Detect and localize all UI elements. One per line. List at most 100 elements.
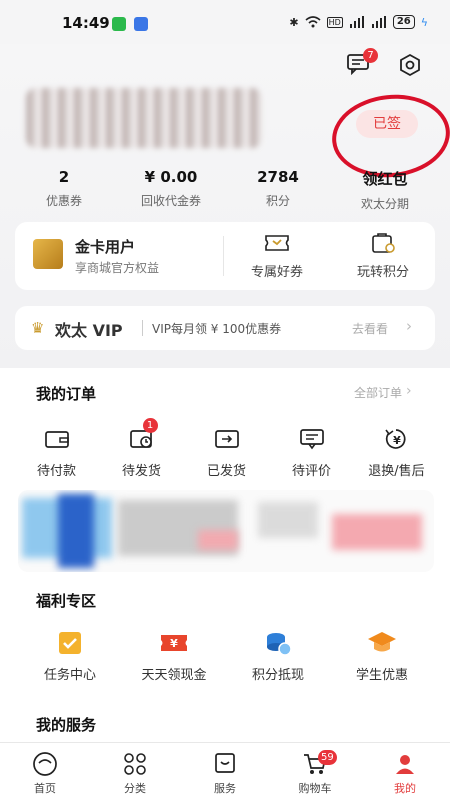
wallet-icon bbox=[44, 431, 69, 448]
tab-cart[interactable]: 59 购物车 bbox=[270, 743, 360, 800]
messages-button[interactable]: 7 bbox=[344, 48, 378, 78]
welfare-student-discount[interactable]: 学生优惠 bbox=[330, 628, 434, 683]
welfare-label: 天天领现金 bbox=[141, 668, 207, 683]
blur-blob bbox=[258, 502, 318, 538]
gold-card-panel: 金卡用户 享商城官方权益 专属好券 玩转积分 bbox=[15, 222, 435, 290]
tab-label: 购物车 bbox=[298, 782, 332, 795]
gold-card-title[interactable]: 金卡用户 bbox=[75, 236, 135, 257]
stat-label: 积分 bbox=[265, 194, 290, 208]
stat-label: 回收代金券 bbox=[140, 194, 201, 208]
tab-service[interactable]: 服务 bbox=[180, 743, 270, 800]
vip-banner[interactable]: ♛ 欢太 VIP VIP每月领 ¥ 100优惠券 去看看 › bbox=[15, 306, 435, 350]
tab-label: 我的 bbox=[394, 782, 416, 795]
order-item-label: 已发货 bbox=[206, 464, 246, 479]
order-item-label: 待发货 bbox=[121, 464, 161, 479]
stat-points[interactable]: 2784 积分 bbox=[228, 168, 328, 209]
exclusive-coupons-link[interactable]: 专属好券 bbox=[237, 232, 317, 280]
tab-category[interactable]: 分类 bbox=[90, 743, 180, 800]
status-bar: 14:49 ✱ HD 26 ϟ bbox=[0, 0, 450, 44]
tab-label: 分类 bbox=[124, 782, 146, 795]
exclusive-coupons-label: 专属好券 bbox=[250, 265, 303, 280]
promo-banner-blurred[interactable] bbox=[18, 490, 434, 572]
gold-member-icon bbox=[33, 239, 63, 269]
stat-recycle-vouchers[interactable]: ¥ 0.00 回收代金券 bbox=[121, 168, 221, 209]
blur-blob bbox=[332, 514, 422, 550]
user-icon bbox=[396, 755, 414, 774]
cash-ticket-icon: ¥ bbox=[161, 635, 187, 651]
order-pending-payment[interactable]: 待付款 bbox=[14, 424, 99, 479]
category-grid-icon bbox=[124, 753, 146, 775]
coins-icon bbox=[267, 633, 292, 656]
service-icon bbox=[215, 753, 235, 773]
ticket-icon bbox=[265, 235, 289, 251]
welfare-task-center[interactable]: 任务中心 bbox=[18, 628, 122, 683]
svg-text:¥: ¥ bbox=[393, 434, 401, 447]
settings-button[interactable] bbox=[396, 51, 424, 79]
blur-blob bbox=[198, 530, 238, 550]
stat-value: 2 bbox=[58, 168, 70, 186]
services-title: 我的服务 bbox=[36, 716, 97, 734]
chevron-right-icon: › bbox=[406, 317, 412, 335]
welfare-daily-cash[interactable]: ¥ 天天领现金 bbox=[122, 628, 226, 683]
user-info-blurred bbox=[26, 88, 262, 148]
wechat-notification-icon bbox=[112, 17, 126, 31]
divider bbox=[223, 236, 224, 276]
order-status-row: 待付款 1 待发货 已发货 待评价 ¥ 退换/售后 bbox=[14, 418, 439, 479]
tab-label: 首页 bbox=[34, 782, 56, 795]
stat-label: 欢太分期 bbox=[360, 197, 409, 211]
home-face-icon bbox=[33, 752, 57, 776]
order-item-label: 待付款 bbox=[36, 464, 76, 479]
vip-text: VIP每月领 ¥ 100优惠券 bbox=[152, 322, 282, 336]
cart-badge: 59 bbox=[318, 750, 337, 765]
welfare-points-cash[interactable]: 积分抵现 bbox=[226, 628, 330, 683]
order-item-label: 待评价 bbox=[291, 464, 331, 479]
tab-home[interactable]: 首页 bbox=[0, 743, 90, 800]
order-pending-review[interactable]: 待评价 bbox=[269, 424, 354, 479]
pending-shipment-badge: 1 bbox=[142, 418, 158, 433]
status-time: 14:49 bbox=[62, 14, 110, 32]
battery-indicator: 26 bbox=[392, 15, 415, 29]
yuan-refund-icon: ¥ bbox=[384, 429, 406, 449]
vip-brand: 欢太 VIP bbox=[55, 321, 123, 340]
vip-link[interactable]: 去看看 bbox=[352, 320, 388, 337]
stat-value: 领红包 bbox=[362, 170, 408, 188]
hd-icon: HD bbox=[326, 16, 343, 28]
settings-hex-icon bbox=[400, 53, 420, 77]
graduation-cap-icon bbox=[368, 632, 396, 652]
messages-badge: 7 bbox=[363, 48, 378, 63]
gold-card-subtitle: 享商城官方权益 bbox=[75, 261, 160, 275]
points-play-link[interactable]: 玩转积分 bbox=[343, 232, 423, 280]
order-pending-shipment[interactable]: 1 待发货 bbox=[99, 418, 184, 479]
chevron-right-icon: › bbox=[406, 383, 412, 399]
stat-coupons[interactable]: 2 优惠券 bbox=[14, 168, 114, 209]
welfare-title: 福利专区 bbox=[36, 592, 97, 610]
tab-label: 服务 bbox=[214, 782, 236, 795]
welfare-label: 学生优惠 bbox=[355, 668, 408, 683]
all-orders-label: 全部订单 bbox=[354, 386, 403, 400]
stat-label: 优惠券 bbox=[45, 194, 82, 208]
wifi-icon bbox=[305, 16, 321, 28]
welfare-label: 任务中心 bbox=[43, 668, 96, 683]
order-item-label: 退换/售后 bbox=[368, 464, 425, 479]
bluetooth-icon: ✱ bbox=[289, 15, 299, 29]
welfare-row: 任务中心 ¥ 天天领现金 积分抵现 学生优惠 bbox=[18, 628, 434, 683]
tab-mine[interactable]: 我的 bbox=[360, 743, 450, 800]
blur-blob bbox=[58, 494, 94, 568]
points-play-label: 玩转积分 bbox=[356, 265, 409, 280]
stat-value: 2784 bbox=[257, 168, 299, 186]
comment-icon bbox=[299, 429, 324, 450]
translate-notification-icon bbox=[134, 17, 148, 31]
vip-divider bbox=[142, 320, 143, 336]
bottom-tab-bar: 首页 分类 服务 59 购物车 我的 bbox=[0, 742, 450, 800]
task-check-icon bbox=[59, 632, 81, 654]
svg-text:¥: ¥ bbox=[170, 637, 178, 650]
status-icons: ✱ HD 26 ϟ bbox=[289, 15, 428, 29]
stat-installments[interactable]: 领红包 欢太分期 bbox=[335, 168, 435, 212]
all-orders-link[interactable]: 全部订单 › bbox=[354, 384, 412, 401]
order-after-sales[interactable]: ¥ 退换/售后 bbox=[354, 424, 439, 479]
vip-crown-icon: ♛ bbox=[31, 319, 45, 337]
signal-icon-2 bbox=[371, 16, 386, 28]
orders-title: 我的订单 bbox=[36, 385, 97, 403]
order-shipped[interactable]: 已发货 bbox=[184, 424, 269, 479]
stat-value: ¥ 0.00 bbox=[144, 168, 198, 186]
